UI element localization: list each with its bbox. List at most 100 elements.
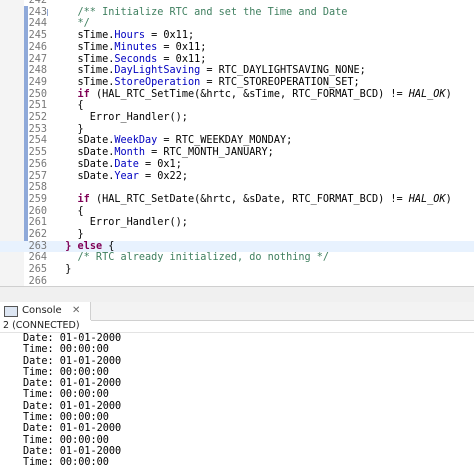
line-number: 255 xyxy=(28,147,47,159)
line-number: 263 xyxy=(28,240,47,252)
code-line[interactable]: 245 sTime.Hours = 0x11; xyxy=(0,30,474,42)
console-output-line: Date: 01-01-2000 xyxy=(23,445,122,457)
line-number: 262 xyxy=(28,229,47,240)
line-number: 244 xyxy=(28,18,47,30)
code-token: sTime. xyxy=(53,41,115,53)
console-tab-label: Console xyxy=(22,305,62,316)
line-number: 257 xyxy=(28,170,47,182)
line-number: 245 xyxy=(28,30,47,42)
code-line[interactable]: 242 xyxy=(0,0,474,7)
code-line[interactable]: 258 xyxy=(0,182,474,194)
code-line[interactable]: 260 { xyxy=(0,206,474,218)
code-line[interactable]: 244 */ xyxy=(0,18,474,30)
tab-console[interactable]: Console ✕ xyxy=(0,302,91,320)
code-token: = 0x11; xyxy=(145,30,195,42)
code-text: sTime.Seconds = 0x11; xyxy=(53,53,207,66)
code-text: sTime.DayLightSaving = RTC_DAYLIGHTSAVIN… xyxy=(53,65,366,77)
code-line[interactable]: 261 Error_Handler(); xyxy=(0,217,474,229)
code-text: sTime.Hours = 0x11; xyxy=(53,30,195,42)
line-number: 259 xyxy=(28,193,47,205)
line-number: 243 xyxy=(28,6,47,18)
code-line[interactable]: 265 } xyxy=(0,264,474,276)
code-token: = 0x11; xyxy=(157,53,207,65)
code-token: } xyxy=(53,229,84,240)
code-line[interactable]: 248 sTime.DayLightSaving = RTC_DAYLIGHTS… xyxy=(0,65,474,77)
code-token: WeekDay xyxy=(114,135,158,147)
line-number: 254 xyxy=(28,135,47,147)
console-output-line: Date: 01-01-2000 xyxy=(23,333,122,344)
code-line[interactable]: 251 { xyxy=(0,100,474,112)
code-text: /** Initialize RTC and set the Time and … xyxy=(53,7,348,19)
code-text: */ xyxy=(53,18,90,30)
code-editor[interactable]: 242 243 /** Initialize RTC and set the Ti… xyxy=(0,0,474,286)
code-token: if xyxy=(53,88,90,100)
code-token: sTime. xyxy=(53,65,115,77)
code-token: Year xyxy=(114,170,139,182)
code-line[interactable]: 257 sDate.Year = 0x22; xyxy=(0,171,474,183)
code-token: if xyxy=(53,193,90,205)
code-token: HAL_OK xyxy=(408,88,446,100)
code-line[interactable]: 249 sTime.StoreOperation = RTC_STOREOPER… xyxy=(0,77,474,89)
code-line[interactable]: 253 } xyxy=(0,124,474,136)
console-output-line: Date: 01-01-2000 xyxy=(23,355,122,367)
line-number: 252 xyxy=(28,112,47,123)
code-text: sDate.Month = RTC_MONTH_JANUARY; xyxy=(53,147,274,159)
line-number: 251 xyxy=(28,100,47,112)
console-icon xyxy=(4,306,18,317)
code-token: Seconds xyxy=(114,53,158,65)
code-token: ) xyxy=(445,193,452,205)
view-tab-bar xyxy=(91,302,474,321)
line-number: 253 xyxy=(28,123,47,135)
code-token: { xyxy=(102,240,115,252)
fold-toggle-icon[interactable] xyxy=(47,8,53,16)
line-number: 249 xyxy=(28,76,47,88)
code-text: { xyxy=(53,100,84,112)
code-token: HAL_OK xyxy=(408,193,446,205)
code-token: sDate. xyxy=(53,147,115,159)
code-line[interactable]: 250 if (HAL_RTC_SetTime(&hrtc, &sTime, R… xyxy=(0,89,474,101)
code-line[interactable]: 262 } xyxy=(0,229,474,241)
console-output-line: Time: 00:00:00 xyxy=(23,389,109,401)
code-text: if (HAL_RTC_SetTime(&hrtc, &sTime, RTC_F… xyxy=(53,89,452,101)
code-text: Error_Handler(); xyxy=(53,112,188,124)
code-line[interactable]: 266 xyxy=(0,276,474,286)
line-number: 261 xyxy=(28,217,47,229)
code-token: sTime. xyxy=(53,30,115,42)
code-token: (HAL_RTC_SetDate(&hrtc, &sDate, RTC_FORM… xyxy=(89,193,409,205)
console-output[interactable]: Date: 01-01-2000 Time: 00:00:00 Date: 01-0… xyxy=(0,333,474,466)
close-icon[interactable]: ✕ xyxy=(72,302,80,320)
line-number: 266 xyxy=(28,275,47,286)
code-line[interactable]: 252 Error_Handler(); xyxy=(0,112,474,124)
code-token: */ xyxy=(53,18,90,30)
line-number: 250 xyxy=(28,88,47,100)
code-token: } else xyxy=(65,240,103,252)
code-line[interactable]: 243 /** Initialize RTC and set the Time … xyxy=(0,7,474,19)
code-text: } xyxy=(53,229,84,241)
code-line[interactable]: 255 sDate.Month = RTC_MONTH_JANUARY; xyxy=(0,147,474,159)
code-line[interactable]: 256 sDate.Date = 0x1; xyxy=(0,159,474,171)
code-line[interactable]: 263 } else { xyxy=(0,240,474,253)
code-token: Minutes xyxy=(114,41,158,53)
code-text: /* RTC already initialized, do nothing *… xyxy=(53,252,329,264)
code-line[interactable]: 264 /* RTC already initialized, do nothi… xyxy=(0,252,474,264)
line-number: 260 xyxy=(28,205,47,217)
console-output-line: Time: 00:00:00 xyxy=(23,457,109,466)
code-token: /* RTC already initialized, do nothing *… xyxy=(53,252,330,264)
code-line[interactable]: 246 sTime.Minutes = 0x11; xyxy=(0,42,474,54)
line-number: 247 xyxy=(28,53,47,65)
console-output-line: Time: 00:00:00 xyxy=(23,344,109,356)
code-token: } xyxy=(53,264,72,276)
code-token: sDate. xyxy=(53,158,115,170)
code-token: Hours xyxy=(114,30,146,42)
line-number: 258 xyxy=(28,182,47,194)
code-token: = RTC_DAYLIGHTSAVING_NONE; xyxy=(200,65,366,77)
code-token: { xyxy=(53,100,84,112)
code-token: = RTC_STOREOPERATION_SET; xyxy=(200,76,360,88)
code-token: { xyxy=(53,205,84,217)
console-process-description: 2 (CONNECTED) xyxy=(0,320,474,333)
code-line[interactable]: 259 if (HAL_RTC_SetDate(&hrtc, &sDate, R… xyxy=(0,194,474,206)
code-text: } else { xyxy=(53,241,114,253)
code-line[interactable]: 247 sTime.Seconds = 0x11; xyxy=(0,54,474,66)
code-line[interactable]: 254 sDate.WeekDay = RTC_WEEKDAY_MONDAY; xyxy=(0,135,474,147)
